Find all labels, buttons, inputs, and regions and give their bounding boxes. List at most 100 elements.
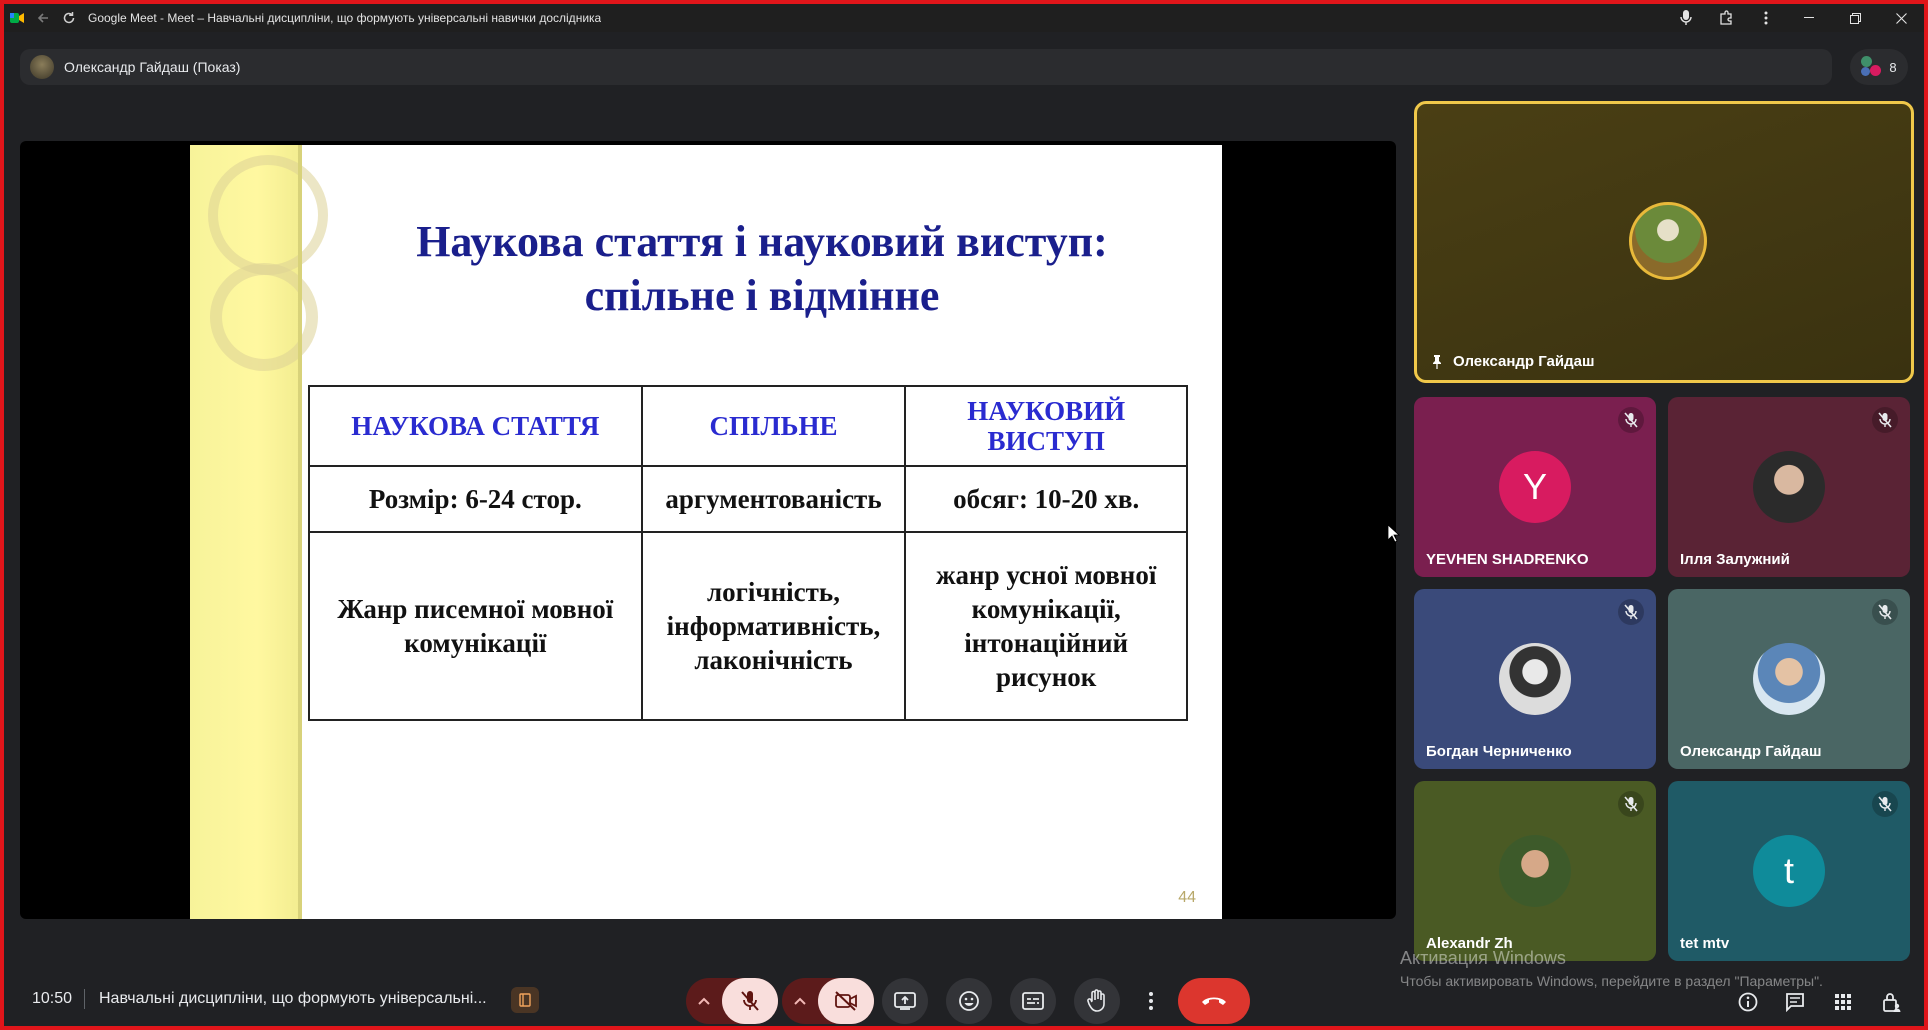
microphone-icon[interactable] [1666,4,1706,32]
present-screen-icon [894,992,916,1010]
browser-menu-icon[interactable] [1746,4,1786,32]
raise-hand-icon [1087,989,1105,1012]
reload-icon[interactable] [56,4,82,32]
window-title: Google Meet - Meet – Навчальні дисциплін… [88,11,602,25]
meeting-title: Навчальні дисципліни, що формують універ… [99,990,487,1007]
info-icon [1738,992,1758,1012]
back-arrow-icon[interactable] [30,4,56,32]
participant-name: Ілля Залужний [1680,551,1790,568]
table-cell: жанр усної мовної комунікації, інтонацій… [904,531,1188,721]
meeting-info-button[interactable] [1734,988,1762,1016]
participant-name: Олександр Гайдаш [1680,743,1822,760]
table-header-cell: СПІЛЬНЕ [640,385,907,467]
pinned-participant-label: Олександр Гайдаш [1431,353,1594,370]
people-count-button[interactable]: 8 [1850,49,1908,85]
people-count: 8 [1889,59,1897,75]
extensions-icon[interactable] [1706,4,1746,32]
pin-icon [1433,354,1441,369]
windows-activation-title: Активация Windows [1400,948,1566,968]
table-cell: обсяг: 10-20 хв. [904,465,1188,533]
participants-avatars-icon [1861,56,1883,78]
slide-title: Наукова стаття і науковий виступ: спільн… [302,215,1222,323]
participant-tile[interactable]: Богдан Черниченко [1414,589,1656,769]
presenter-label: Олександр Гайдаш (Показ) [64,59,241,75]
emoji-reactions-button[interactable] [946,978,992,1024]
camera-off-icon [835,991,857,1011]
participant-avatar: t [1753,835,1825,907]
table-header-cell: НАУКОВА СТАТТЯ [308,385,643,467]
hang-up-icon [1202,997,1226,1005]
chat-icon [1786,993,1804,1012]
participant-avatar [1499,835,1571,907]
microphone-off-icon [1872,599,1898,625]
microphone-off-icon [1872,791,1898,817]
slide-title-line1: Наукова стаття і науковий виступ: [416,217,1108,266]
apps-grid-icon [1835,994,1851,1010]
microphone-off-icon [741,991,759,1011]
pinned-participant-avatar [1629,202,1707,280]
activities-button[interactable] [1829,988,1857,1016]
participant-avatar [1499,643,1571,715]
participant-tile[interactable]: Олександр Гайдаш [1668,589,1910,769]
table-row: Розмір: 6-24 стор. аргументованість обся… [308,465,1188,533]
participant-name: YEVHEN SHADRENKO [1426,551,1589,568]
microphone-off-icon [1618,791,1644,817]
camera-control [782,978,874,1024]
presentation-slide: Наукова стаття і науковий виступ: спільн… [190,145,1222,919]
participant-name: Богдан Черниченко [1426,743,1572,760]
comparison-table: НАУКОВА СТАТТЯ СПІЛЬНЕ НАУКОВИЙ ВИСТУП Р… [308,385,1188,721]
table-cell: Розмір: 6-24 стор. [308,465,643,533]
participant-name: tet mtv [1680,935,1730,952]
more-vert-icon [1149,992,1153,1010]
lock-person-icon [1883,993,1901,1012]
leave-call-button[interactable] [1178,978,1250,1024]
slide-title-line2: спільне і відмінне [584,271,940,320]
participant-avatar: Y [1499,451,1571,523]
microphone-muted-button[interactable] [722,978,778,1024]
pinned-participant-tile[interactable]: Олександр Гайдаш [1414,101,1914,383]
slide-decorative-strip [190,145,328,919]
recording-badge-icon[interactable] [511,987,539,1013]
captions-icon [1022,992,1044,1010]
camera-off-button[interactable] [818,978,874,1024]
captions-button[interactable] [1010,978,1056,1024]
participant-tile[interactable]: Y YEVHEN SHADRENKO [1414,397,1656,577]
microphone-control [686,978,778,1024]
divider [84,989,85,1009]
presenter-avatar [30,55,54,79]
chat-button[interactable] [1781,988,1809,1016]
table-cell: Жанр писемної мовної комунікації [308,531,643,721]
emoji-icon [959,991,979,1011]
pinned-participant-name: Олександр Гайдаш [1453,353,1595,370]
slide-page-number: 44 [1178,889,1196,906]
participant-tile[interactable]: t tet mtv [1668,781,1910,961]
participant-tile[interactable]: Alexandr Zh [1414,781,1656,961]
raise-hand-button[interactable] [1074,978,1120,1024]
close-icon[interactable] [1878,4,1924,32]
restore-icon[interactable] [1832,4,1878,32]
windows-activation-text: Чтобы активировать Windows, перейдите в … [1400,973,1823,989]
meet-favicon-icon [4,4,30,32]
table-header-cell: НАУКОВИЙ ВИСТУП [904,385,1188,467]
table-cell: аргументованість [640,465,907,533]
mouse-cursor-icon [1388,525,1400,543]
microphone-options-chevron-icon[interactable] [686,978,722,1024]
table-row: Жанр писемної мовної комунікації логічні… [308,531,1188,721]
microphone-off-icon [1872,407,1898,433]
presenter-bar: Олександр Гайдаш (Показ) [20,49,1832,85]
presentation-stage: Наукова стаття і науковий виступ: спільн… [20,141,1396,919]
minimize-icon[interactable] [1786,4,1832,32]
participant-tile[interactable]: Ілля Залужний [1668,397,1910,577]
microphone-off-icon [1618,407,1644,433]
participant-avatar [1753,451,1825,523]
participant-avatar [1753,643,1825,715]
table-header-row: НАУКОВА СТАТТЯ СПІЛЬНЕ НАУКОВИЙ ВИСТУП [308,385,1188,467]
browser-title-bar: Google Meet - Meet – Навчальні дисциплін… [4,4,1924,32]
microphone-off-icon [1618,599,1644,625]
host-controls-button[interactable] [1878,988,1906,1016]
table-cell: логічність, інформативність, лаконічніст… [640,531,907,721]
more-options-button[interactable] [1138,978,1164,1024]
camera-options-chevron-icon[interactable] [782,978,818,1024]
present-screen-button[interactable] [882,978,928,1024]
clock: 10:50 [32,990,73,1007]
